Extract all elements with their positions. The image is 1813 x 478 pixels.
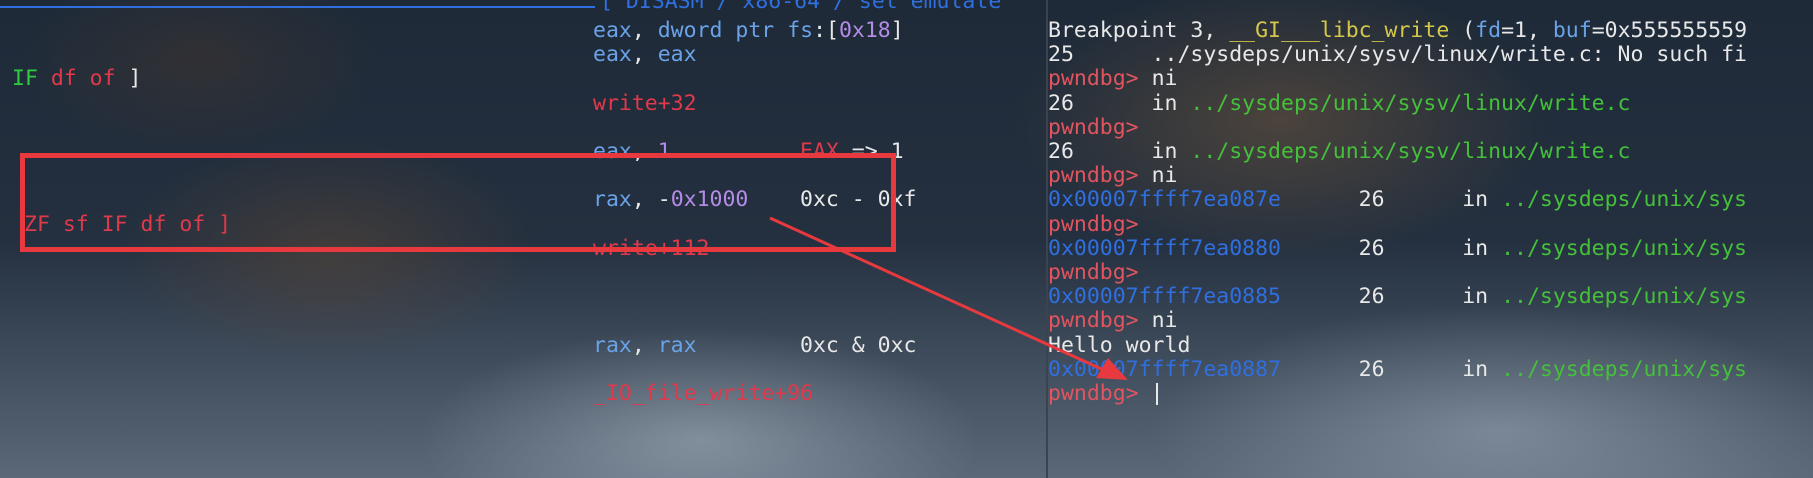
arrow-line xyxy=(769,216,1109,374)
annotation-arrow xyxy=(769,216,1128,380)
